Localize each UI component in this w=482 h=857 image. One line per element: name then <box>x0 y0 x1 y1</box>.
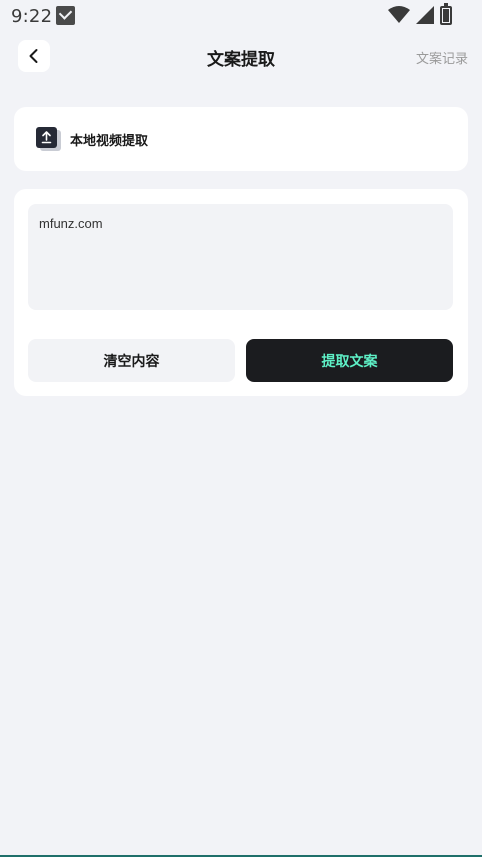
extract-text-button[interactable]: 提取文案 <box>246 339 453 382</box>
status-bar: 9:22 <box>0 0 482 32</box>
mail-icon <box>56 6 75 25</box>
wifi-icon <box>388 6 410 23</box>
status-time: 9:22 <box>11 6 53 27</box>
screen: 9:22 文案提取 文案记录 本地视频提取 mfunz.com 清空内容 提取文… <box>0 0 482 857</box>
header: 文案提取 文案记录 <box>0 38 482 74</box>
upload-icon <box>36 127 61 151</box>
status-icons <box>388 2 452 25</box>
clear-content-button[interactable]: 清空内容 <box>28 339 235 382</box>
input-card: mfunz.com 清空内容 提取文案 <box>14 189 468 396</box>
link-text-input[interactable]: mfunz.com <box>28 204 453 310</box>
signal-icon <box>416 6 434 24</box>
local-video-extract-button[interactable]: 本地视频提取 <box>14 107 468 171</box>
battery-icon <box>440 2 452 25</box>
history-link[interactable]: 文案记录 <box>416 48 468 67</box>
page-title: 文案提取 <box>207 50 275 70</box>
upload-label: 本地视频提取 <box>70 133 149 149</box>
